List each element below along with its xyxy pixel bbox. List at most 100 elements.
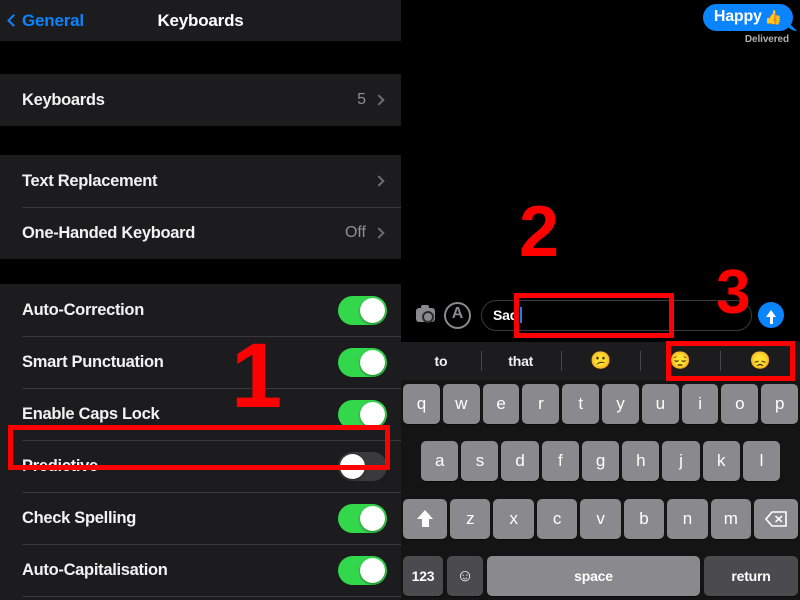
row-enable-caps-lock-label: Enable Caps Lock	[22, 404, 160, 423]
key-x[interactable]: x	[493, 498, 534, 539]
screenshot-root: General Keyboards Keyboards 5 Text Repla…	[0, 0, 800, 600]
key-q[interactable]: q	[403, 384, 440, 424]
row-text-replacement[interactable]: Text Replacement	[0, 155, 401, 207]
settings-group-toggles: Auto-Correction Smart Punctuation Enable…	[0, 284, 401, 600]
message-text-input-value: Sad	[493, 307, 519, 323]
annotation-number-1: 1	[231, 325, 283, 427]
toggle-knob	[360, 297, 385, 323]
key-f[interactable]: f	[541, 441, 579, 482]
toggle-knob	[360, 349, 385, 375]
key-emoji[interactable]: ☺	[447, 555, 483, 596]
row-auto-capitalisation[interactable]: Auto-Capitalisation	[0, 544, 401, 596]
back-button-general[interactable]: General	[7, 10, 84, 31]
suggestion-to[interactable]: to	[401, 342, 481, 380]
key-a[interactable]: a	[421, 441, 459, 482]
app-store-icon[interactable]: A	[444, 301, 471, 329]
key-l[interactable]: l	[742, 441, 780, 482]
row-predictive-label: Predictive	[22, 456, 98, 475]
navigation-bar: General Keyboards	[0, 0, 401, 41]
app-store-glyph: A	[451, 305, 464, 322]
chevron-right-icon	[373, 227, 385, 239]
toggle-knob	[360, 401, 385, 427]
row-keyboards[interactable]: Keyboards 5	[0, 74, 401, 126]
section-gap-1	[0, 41, 401, 74]
key-r[interactable]: r	[522, 384, 560, 424]
message-bubble-container: Happy 👍 Delivered	[702, 4, 793, 45]
key-w[interactable]: w	[442, 384, 480, 424]
on-screen-keyboard: q w e r t y u i o p a s d f g h j k l z …	[401, 380, 800, 600]
keyboard-row-3: z x c v b n m	[403, 498, 798, 539]
key-o[interactable]: o	[721, 384, 759, 424]
key-return[interactable]: return	[704, 555, 798, 596]
row-auto-correction[interactable]: Auto-Correction	[0, 284, 401, 336]
key-g[interactable]: g	[581, 441, 620, 482]
settings-group-text: Text Replacement One-Handed Keyboard Off	[0, 155, 401, 259]
row-check-spelling-label: Check Spelling	[22, 508, 137, 527]
key-b[interactable]: b	[623, 498, 665, 539]
row-keyboards-value: 5	[357, 91, 366, 108]
row-one-handed-keyboard-value: Off	[344, 224, 366, 241]
key-j[interactable]: j	[662, 441, 700, 482]
message-text-input[interactable]: Sad	[481, 299, 752, 331]
key-m[interactable]: m	[710, 498, 751, 539]
key-e[interactable]: e	[482, 384, 520, 424]
key-y[interactable]: y	[602, 384, 639, 424]
row-smart-punctuation-label: Smart Punctuation	[22, 352, 164, 371]
toggle-auto-capitalisation[interactable]	[338, 555, 387, 585]
row-keyboards-label: Keyboards	[22, 90, 105, 109]
send-button[interactable]	[758, 302, 784, 328]
toggle-enable-caps-lock[interactable]	[338, 399, 387, 429]
message-bubble-sent[interactable]: Happy 👍	[702, 4, 793, 31]
key-space[interactable]: space	[487, 555, 700, 596]
camera-icon[interactable]	[416, 305, 435, 323]
toggle-check-spelling[interactable]	[338, 503, 387, 533]
key-numbers[interactable]: 123	[403, 555, 443, 596]
back-button-label: General	[22, 10, 84, 30]
key-shift[interactable]	[403, 498, 448, 539]
key-p[interactable]: p	[761, 384, 798, 424]
key-d[interactable]: d	[501, 441, 539, 482]
send-arrow-up-icon	[766, 309, 776, 324]
row-one-handed-keyboard-label: One-Handed Keyboard	[22, 223, 196, 242]
row-auto-capitalisation-label: Auto-Capitalisation	[22, 560, 168, 579]
chevron-right-icon	[373, 175, 385, 187]
row-smart-punctuation[interactable]: Smart Punctuation	[0, 336, 401, 388]
key-i[interactable]: i	[681, 384, 719, 424]
key-v[interactable]: v	[580, 498, 621, 539]
keyboard-row-2: a s d f g h j k l	[403, 441, 798, 482]
keyboard-row-1: q w e r t y u i o p	[403, 384, 798, 424]
toggle-knob	[360, 557, 385, 583]
key-t[interactable]: t	[562, 384, 599, 424]
settings-group-keyboards: Keyboards 5	[0, 74, 401, 126]
row-text-replacement-label: Text Replacement	[22, 171, 158, 190]
message-bubble-text: Happy	[713, 8, 762, 25]
key-h[interactable]: h	[622, 441, 660, 482]
chevron-left-icon	[7, 13, 20, 27]
section-gap-3	[0, 259, 401, 284]
toggle-predictive[interactable]	[338, 451, 387, 481]
key-u[interactable]: u	[641, 384, 679, 424]
emoji-suggestion-2[interactable]: 😔	[640, 342, 720, 380]
key-k[interactable]: k	[702, 441, 740, 482]
message-status-delivered: Delivered	[744, 34, 789, 45]
row-auto-correction-label: Auto-Correction	[22, 300, 144, 319]
toggle-smart-punctuation[interactable]	[338, 347, 387, 377]
key-backspace[interactable]	[753, 498, 798, 539]
suggestion-that[interactable]: that	[480, 342, 561, 380]
key-z[interactable]: z	[450, 498, 491, 539]
row-enable-caps-lock[interactable]: Enable Caps Lock	[0, 388, 401, 440]
key-s[interactable]: s	[461, 441, 499, 482]
key-n[interactable]: n	[667, 498, 708, 539]
key-c[interactable]: c	[536, 498, 578, 539]
emoji-suggestion-1[interactable]: 😕	[560, 342, 641, 380]
row-check-spelling[interactable]: Check Spelling	[0, 492, 401, 544]
row-character-preview[interactable]: Character Preview	[0, 596, 401, 600]
text-cursor	[520, 307, 523, 323]
annotation-number-2: 2	[519, 192, 560, 272]
shift-icon	[416, 510, 434, 528]
toggle-auto-correction[interactable]	[338, 295, 387, 325]
row-one-handed-keyboard[interactable]: One-Handed Keyboard Off	[0, 207, 401, 259]
row-predictive[interactable]: Predictive	[0, 440, 401, 492]
backspace-icon	[764, 510, 787, 527]
emoji-suggestion-3[interactable]: 😞	[720, 342, 800, 380]
